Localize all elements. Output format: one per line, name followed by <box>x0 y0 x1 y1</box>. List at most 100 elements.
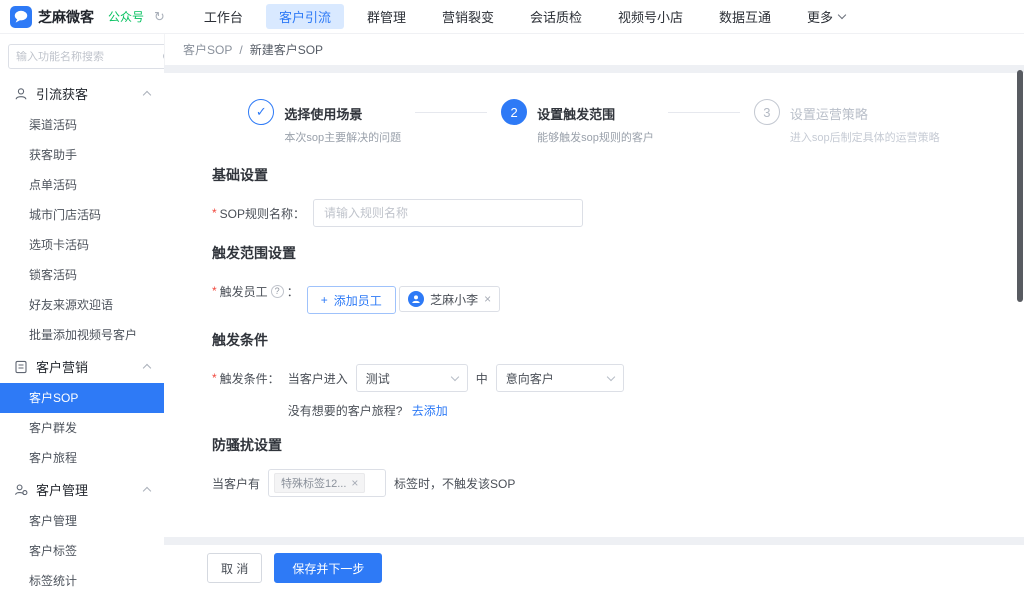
step-text: 选择使用场景 本次sop主要解决的问题 <box>284 99 401 145</box>
anti-disturb-suffix: 标签时，不触发该SOP <box>394 475 515 492</box>
rule-name-label-text: SOP规则名称： <box>220 205 305 222</box>
required-asterisk: * <box>212 371 217 385</box>
breadcrumb-current: 新建客户SOP <box>250 41 323 58</box>
sidebar-search[interactable] <box>8 44 164 69</box>
trigger-staff-label-text: 触发员工 <box>220 283 268 300</box>
sidebar-item-order-live-code[interactable]: 点单活码 <box>0 170 164 200</box>
breadcrumb-parent[interactable]: 客户SOP <box>183 41 232 58</box>
search-input[interactable] <box>16 51 158 63</box>
stage-select[interactable]: 意向客户 <box>496 364 624 392</box>
sidebar-item-customer-tags[interactable]: 客户标签 <box>0 536 164 566</box>
cancel-button[interactable]: 取 消 <box>207 553 262 583</box>
anti-disturb-line: 当客户有 特殊标签12... × 标签时，不触发该SOP <box>212 469 515 497</box>
nav-workbench[interactable]: 工作台 <box>191 4 256 29</box>
nav-more[interactable]: 更多 <box>794 4 858 29</box>
step-set-operation-strategy: 3 设置运营策略 进入sop后制定具体的运营策略 <box>754 99 940 145</box>
app-logo[interactable]: 芝麻微客 <box>10 6 94 28</box>
chevron-down-icon <box>838 11 846 19</box>
save-next-button[interactable]: 保存并下一步 <box>274 553 382 583</box>
sidebar-item-tab-live-code[interactable]: 选项卡活码 <box>0 230 164 260</box>
section-title-acquisition: 引流获客 <box>36 84 88 103</box>
sidebar-item-channel-live-code[interactable]: 渠道活码 <box>0 110 164 140</box>
anti-disturb-prefix: 当客户有 <box>212 475 260 492</box>
add-staff-button[interactable]: + 添加员工 <box>307 286 396 314</box>
step-text: 设置触发范围 能够触发sop规则的客户 <box>537 99 654 145</box>
help-icon[interactable]: ? <box>271 285 284 298</box>
step-connector <box>668 112 740 113</box>
sidebar-item-customer-management[interactable]: 客户管理 <box>0 506 164 536</box>
breadcrumb-separator: / <box>239 43 242 57</box>
sidebar-section-customer-marketing[interactable]: 客户营销 <box>0 350 164 383</box>
chat-bubble-logo-icon <box>10 6 32 28</box>
exclude-tags-input[interactable]: 特殊标签12... × <box>268 469 386 497</box>
plus-icon: + <box>321 293 328 307</box>
app-body: 引流获客 渠道活码 获客助手 点单活码 城市门店活码 选项卡活码 锁客活码 好友… <box>0 34 1024 591</box>
chevron-down-icon <box>606 372 614 380</box>
check-icon: ✓ <box>248 99 274 125</box>
required-asterisk: * <box>212 284 217 298</box>
step-connector <box>415 112 487 113</box>
sidebar-item-customer-sop[interactable]: 客户SOP <box>0 383 164 413</box>
no-journey-hint: 没有想要的客户旅程? <box>288 404 403 418</box>
nav-video-channel-shop[interactable]: 视频号小店 <box>605 4 696 29</box>
rule-name-row: * SOP规则名称： <box>212 199 976 227</box>
trigger-staff-label: * 触发员工 ? ： <box>212 277 299 305</box>
staff-name: 芝麻小李 <box>430 291 478 308</box>
step-choose-scene: ✓ 选择使用场景 本次sop主要解决的问题 <box>248 99 401 145</box>
anti-disturb-row: 当客户有 特殊标签12... × 标签时，不触发该SOP <box>212 469 976 497</box>
section-title-customer-management: 客户管理 <box>36 480 88 499</box>
stage-select-value: 意向客户 <box>506 370 554 387</box>
vertical-scrollbar[interactable] <box>1017 70 1023 302</box>
sidebar-item-customer-journey[interactable]: 客户旅程 <box>0 443 164 473</box>
sidebar-item-lock-customer-live-code[interactable]: 锁客活码 <box>0 260 164 290</box>
step-text: 设置运营策略 进入sop后制定具体的运营策略 <box>790 99 940 145</box>
sidebar-item-friend-source-welcome[interactable]: 好友来源欢迎语 <box>0 290 164 320</box>
condition-label: * 触发条件： <box>212 364 280 392</box>
sidebar-section-customer-management[interactable]: 客户管理 <box>0 473 164 506</box>
official-account-link[interactable]: 公众号 <box>108 8 144 25</box>
sidebar-item-batch-add-video-customers[interactable]: 批量添加视频号客户 <box>0 320 164 350</box>
main-nav: 工作台 客户引流 群管理 营销裂变 会话质检 视频号小店 数据互通 更多 <box>191 4 858 29</box>
main-area: 客户SOP / 新建客户SOP ✓ 选择使用场景 本次sop主要解决的问题 2 <box>164 34 1024 591</box>
staff-avatar-icon <box>408 291 424 307</box>
sidebar: 引流获客 渠道活码 获客助手 点单活码 城市门店活码 选项卡活码 锁客活码 好友… <box>0 34 164 591</box>
sidebar-item-city-store-live-code[interactable]: 城市门店活码 <box>0 200 164 230</box>
sidebar-item-acquisition-assistant[interactable]: 获客助手 <box>0 140 164 170</box>
nav-data-interchange[interactable]: 数据互通 <box>706 4 784 29</box>
sidebar-item-tag-statistics[interactable]: 标签统计 <box>0 566 164 591</box>
condition-middle: 中 <box>476 370 488 387</box>
stepper: ✓ 选择使用场景 本次sop主要解决的问题 2 设置触发范围 能够触发sop规则… <box>212 85 976 161</box>
journey-select-value: 测试 <box>366 370 390 387</box>
refresh-icon[interactable]: ↻ <box>154 9 165 25</box>
user-gear-icon <box>14 483 28 497</box>
add-staff-label: 添加员工 <box>334 292 382 309</box>
sidebar-section-acquisition[interactable]: 引流获客 <box>0 77 164 110</box>
section-title-customer-marketing: 客户营销 <box>36 357 88 376</box>
breadcrumb: 客户SOP / 新建客户SOP <box>164 34 1024 65</box>
section-trigger-condition: 触发条件 <box>212 330 976 350</box>
staff-tag: 芝麻小李 × <box>399 286 500 312</box>
label-colon: ： <box>287 283 299 300</box>
rule-name-input[interactable] <box>313 199 583 227</box>
user-icon <box>14 87 28 101</box>
nav-more-label: 更多 <box>807 7 833 26</box>
step-number: 3 <box>754 99 780 125</box>
add-journey-link[interactable]: 去添加 <box>412 404 448 418</box>
rule-name-label: * SOP规则名称： <box>212 199 305 227</box>
nav-customer-acquisition[interactable]: 客户引流 <box>266 4 344 29</box>
remove-staff-icon[interactable]: × <box>484 293 491 305</box>
chevron-up-icon <box>143 486 151 494</box>
sidebar-item-customer-mass-send[interactable]: 客户群发 <box>0 413 164 443</box>
chevron-up-icon <box>143 363 151 371</box>
brand-name: 芝麻微客 <box>38 7 94 27</box>
remove-tag-icon[interactable]: × <box>351 477 358 489</box>
journey-select[interactable]: 测试 <box>356 364 468 392</box>
nav-group-management[interactable]: 群管理 <box>354 4 419 29</box>
topbar: 芝麻微客 公众号 ↻ 工作台 客户引流 群管理 营销裂变 会话质检 视频号小店 … <box>0 0 1024 34</box>
condition-prefix: 当客户进入 <box>288 370 348 387</box>
nav-marketing-fission[interactable]: 营销裂变 <box>429 4 507 29</box>
step-title: 选择使用场景 <box>284 99 401 123</box>
nav-session-quality-check[interactable]: 会话质检 <box>517 4 595 29</box>
section-trigger-scope: 触发范围设置 <box>212 243 976 263</box>
exclude-tag: 特殊标签12... × <box>274 473 365 493</box>
